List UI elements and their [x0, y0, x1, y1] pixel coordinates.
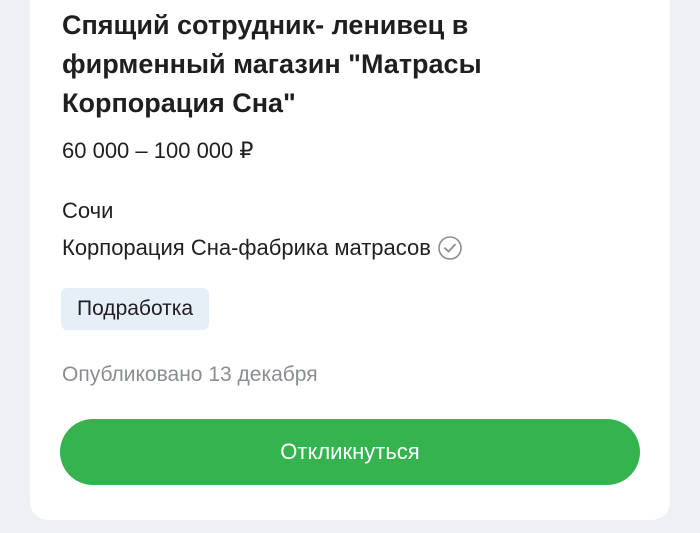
salary-range: 60 000 – 100 000 ₽ — [62, 138, 254, 163]
verified-check-icon — [437, 235, 463, 261]
city-label: Сочи — [62, 198, 114, 223]
respond-button[interactable]: Откликнуться — [60, 419, 640, 485]
company-name[interactable]: Корпорация Сна-фабрика матрасов — [62, 233, 431, 263]
vacancy-title[interactable]: Спящий сотрудник- ленивец в фирменный ма… — [62, 6, 582, 123]
published-date: Опубликовано 13 декабря — [62, 363, 318, 386]
company-row[interactable]: Корпорация Сна-фабрика матрасов — [62, 233, 463, 263]
employment-type-tag: Подработка — [61, 288, 210, 330]
